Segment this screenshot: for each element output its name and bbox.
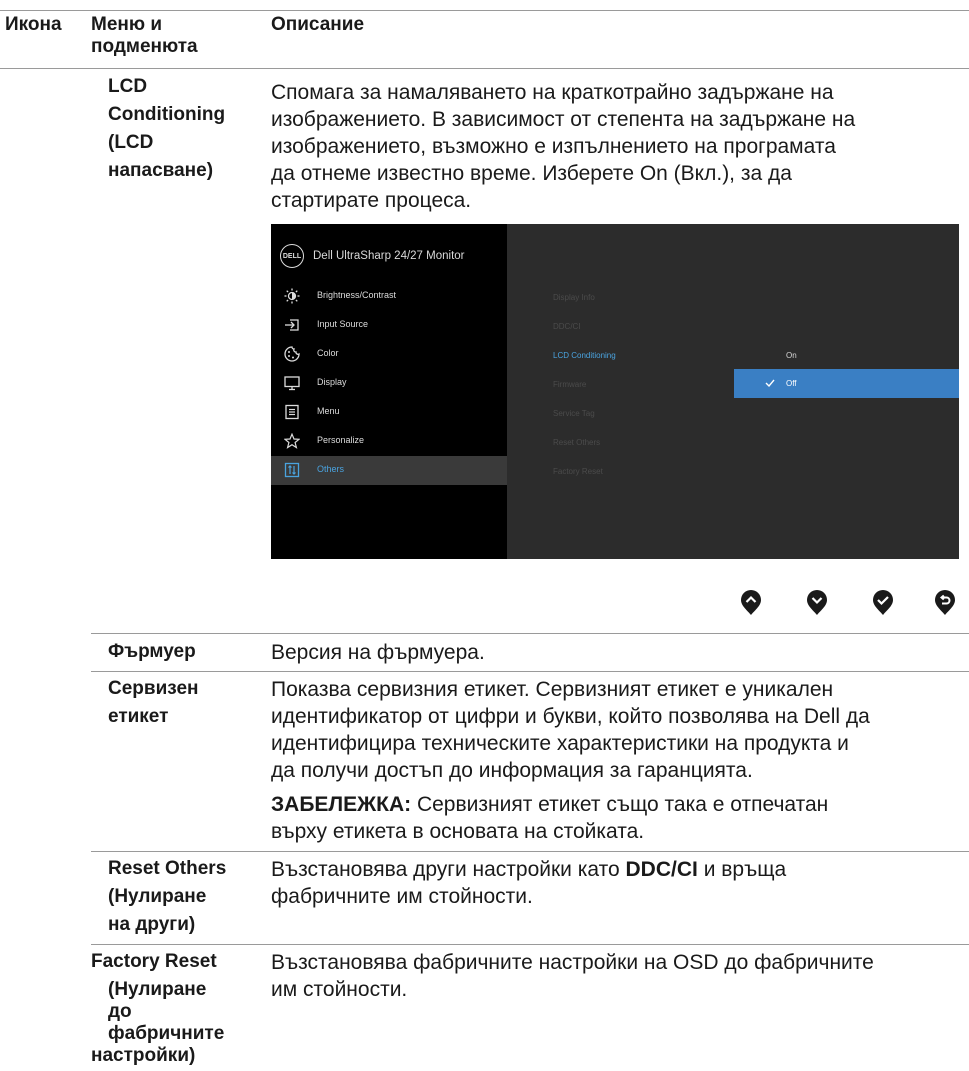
check-icon xyxy=(765,379,775,387)
reset-others-label-3: на други) xyxy=(108,914,196,935)
submenu-service-tag[interactable]: Service Tag xyxy=(553,408,595,419)
osd-menu-menu[interactable]: Menu xyxy=(271,398,507,427)
color-icon xyxy=(284,346,300,362)
row-rule xyxy=(91,944,969,945)
brightness-icon xyxy=(284,288,300,304)
service-tag-desc-1: Показва сервизния етикет. Сервизният ети… xyxy=(271,678,834,701)
reset-others-desc-1: Възстановява други настройки като DDC/CI… xyxy=(271,856,786,883)
lcd-label-3: (LCD xyxy=(108,132,154,153)
firmware-desc: Версия на фърмуера. xyxy=(271,641,485,664)
lcd-label-1: LCD xyxy=(108,76,148,97)
osd-main-menu: DELL Dell UltraSharp 24/27 Monitor Brigh… xyxy=(271,224,507,559)
header-menu-line2: подменюта xyxy=(91,36,198,57)
note-label: ЗАБЕЛЕЖКА: xyxy=(271,793,412,816)
back-icon[interactable] xyxy=(934,590,956,616)
service-tag-desc-4: да получи достъп до информация за гаранц… xyxy=(271,759,753,782)
osd-menu-label: Others xyxy=(317,464,345,474)
factory-reset-label-3: до xyxy=(108,1001,132,1022)
service-tag-label-1: Сервизен xyxy=(108,678,199,699)
note-text: Сервизният етикет също така е отпечатан xyxy=(411,793,829,816)
submenu-firmware[interactable]: Firmware xyxy=(553,379,586,390)
osd-menu-label: Color xyxy=(317,348,339,358)
header-icon: Икона xyxy=(5,14,62,35)
factory-reset-label-1: Factory Reset xyxy=(91,951,217,972)
reset-others-label-2: (Нулиране xyxy=(108,886,207,907)
factory-reset-label-2: (Нулиране xyxy=(108,979,207,1000)
top-rule xyxy=(0,10,969,11)
firmware-label: Фърмуер xyxy=(108,641,196,662)
header-rule xyxy=(0,68,969,69)
down-icon[interactable] xyxy=(806,590,828,616)
option-off-selected[interactable]: Off xyxy=(734,369,959,398)
submenu-lcd-conditioning[interactable]: LCD Conditioning xyxy=(553,350,616,361)
lcd-desc-4: да отнеме известно време. Изберете On (В… xyxy=(271,162,792,185)
osd-menu-label: Brightness/Contrast xyxy=(317,290,397,300)
service-tag-desc-3: идентифицира техническите характеристики… xyxy=(271,732,849,755)
submenu-ddc-ci[interactable]: DDC/CI xyxy=(553,321,581,332)
service-tag-note: ЗАБЕЛЕЖКА: Сервизният етикет също така е… xyxy=(271,791,828,818)
factory-reset-label-4: фабричните xyxy=(108,1023,225,1044)
service-tag-note-2: върху етикета в основата на стойката. xyxy=(271,820,645,843)
osd-menu-screenshot: DELL Dell UltraSharp 24/27 Monitor Brigh… xyxy=(271,224,959,559)
header-description: Описание xyxy=(271,14,365,35)
option-off-label: Off xyxy=(786,379,797,388)
lcd-desc-3: изображението, възможно е изпълнението н… xyxy=(271,135,836,158)
lcd-label-2: Conditioning xyxy=(108,104,226,125)
input-source-icon xyxy=(285,319,299,331)
row-rule xyxy=(91,633,969,634)
up-icon[interactable] xyxy=(740,590,762,616)
osd-menu-label: Personalize xyxy=(317,435,365,445)
option-on[interactable]: On xyxy=(786,350,797,361)
submenu-reset-others[interactable]: Reset Others xyxy=(553,437,600,448)
factory-reset-label-5: настройки) xyxy=(91,1045,196,1066)
osd-menu-brightness[interactable]: Brightness/Contrast xyxy=(271,282,507,311)
reset-others-desc-b: и връща xyxy=(697,858,787,881)
menu-icon xyxy=(285,404,299,420)
osd-title: Dell UltraSharp 24/27 Monitor xyxy=(313,250,465,262)
osd-menu-label: Menu xyxy=(317,406,340,416)
osd-menu-label: Input Source xyxy=(317,319,369,329)
osd-menu-display[interactable]: Display xyxy=(271,369,507,398)
submenu-factory-reset[interactable]: Factory Reset xyxy=(553,466,603,477)
service-tag-desc-2: идентификатор от цифри и букви, който по… xyxy=(271,705,870,728)
star-icon xyxy=(284,433,300,449)
lcd-label-4: напасване) xyxy=(108,160,214,181)
confirm-check-icon[interactable] xyxy=(872,590,894,616)
reset-others-label-1: Reset Others xyxy=(108,858,227,879)
reset-others-desc-2: фабричните им стойности. xyxy=(271,885,533,908)
row-rule xyxy=(91,851,969,852)
row-rule xyxy=(91,671,969,672)
osd-menu-color[interactable]: Color xyxy=(271,340,507,369)
osd-menu-personalize[interactable]: Personalize xyxy=(271,427,507,456)
service-tag-label-2: етикет xyxy=(108,706,169,727)
osd-menu-input-source[interactable]: Input Source xyxy=(271,311,507,340)
submenu-display-info[interactable]: Display Info xyxy=(553,292,595,303)
osd-menu-others[interactable]: Others xyxy=(271,456,507,485)
lcd-desc-1: Спомага за намаляването на краткотрайно … xyxy=(271,81,834,104)
header-menu-line1: Меню и xyxy=(91,14,163,35)
factory-reset-desc-1: Възстановява фабричните настройки на OSD… xyxy=(271,951,874,974)
lcd-desc-5: стартирате процеса. xyxy=(271,189,472,212)
others-icon xyxy=(284,462,300,478)
ddc-ci-bold: DDC/CI xyxy=(625,858,698,881)
lcd-desc-2: изображението. В зависимост от степента … xyxy=(271,108,856,131)
dell-logo: DELL xyxy=(280,244,304,268)
osd-menu-label: Display xyxy=(317,377,347,387)
display-icon xyxy=(284,376,300,391)
reset-others-desc-a: Възстановява други настройки като xyxy=(271,858,626,881)
factory-reset-desc-2: им стойности. xyxy=(271,978,408,1001)
